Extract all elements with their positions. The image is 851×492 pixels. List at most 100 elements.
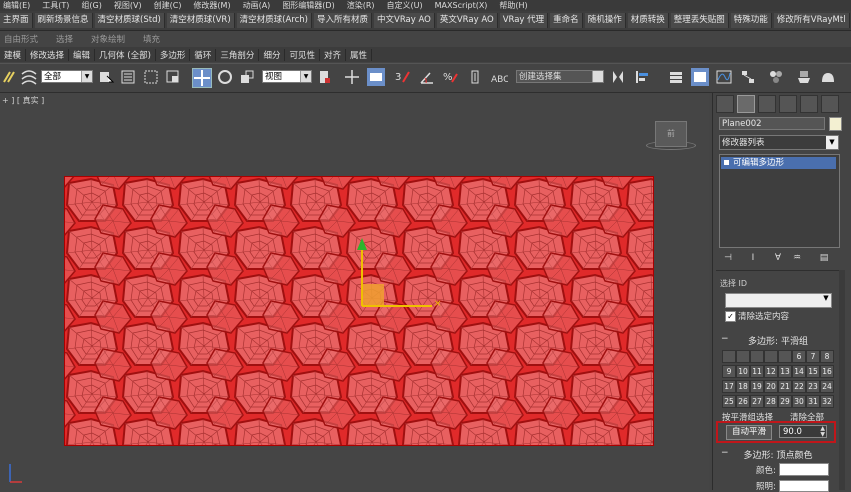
- ribbon-tab[interactable]: 自由形式: [0, 33, 52, 45]
- ribbon-subtab[interactable]: 可见性: [285, 48, 320, 61]
- smoothing-group-button[interactable]: 27: [750, 395, 764, 408]
- bind-spacewarp-icon[interactable]: [20, 68, 38, 86]
- select-object-icon[interactable]: [97, 68, 115, 86]
- select-manipulate-icon[interactable]: [343, 68, 361, 86]
- script-button[interactable]: 修改所有VRayMtl: [773, 13, 850, 28]
- smoothing-group-button[interactable]: 25: [722, 395, 736, 408]
- angle-snap-icon[interactable]: [418, 68, 436, 86]
- smoothing-group-button[interactable]: 8: [820, 350, 834, 363]
- scene-explorer-icon[interactable]: [691, 68, 709, 86]
- object-name-field[interactable]: Plane002: [719, 117, 825, 130]
- smoothing-group-button[interactable]: [736, 350, 750, 363]
- expand-icon[interactable]: [724, 160, 729, 165]
- ribbon-subtab[interactable]: 多边形: [156, 48, 191, 61]
- smoothing-group-button[interactable]: 11: [750, 365, 764, 378]
- menu-item[interactable]: MAXScript(X): [432, 0, 497, 11]
- smoothing-groups-rollout-title[interactable]: − 多边形: 平滑组: [716, 334, 840, 347]
- smoothing-group-button[interactable]: 10: [736, 365, 750, 378]
- menu-item[interactable]: 视图(V): [111, 0, 151, 11]
- smoothing-group-button[interactable]: 24: [820, 380, 834, 393]
- menu-item[interactable]: 帮助(H): [496, 0, 536, 11]
- smoothing-group-button[interactable]: 16: [820, 365, 834, 378]
- stack-item-editable-poly[interactable]: 可编辑多边形: [721, 157, 836, 169]
- script-button[interactable]: 刷新场景信息: [34, 13, 93, 28]
- show-end-result-icon[interactable]: Ⅰ: [747, 253, 759, 265]
- make-unique-icon[interactable]: ∀: [772, 253, 784, 265]
- smoothing-group-button[interactable]: 21: [778, 380, 792, 393]
- motion-tab-icon[interactable]: [779, 95, 797, 113]
- command-panel-scrollbar[interactable]: [839, 270, 845, 490]
- menu-item[interactable]: 组(G): [78, 0, 110, 11]
- smoothing-group-button[interactable]: [764, 350, 778, 363]
- smoothing-group-button[interactable]: [750, 350, 764, 363]
- keyboard-shortcut-icon[interactable]: [367, 68, 385, 86]
- smoothing-group-button[interactable]: [722, 350, 736, 363]
- select-id-dropdown[interactable]: ▼: [725, 293, 832, 308]
- script-button[interactable]: 清空材质球(Arch): [236, 13, 312, 28]
- collapse-icon[interactable]: −: [721, 334, 729, 344]
- auto-smooth-button[interactable]: 自动平滑: [726, 425, 772, 440]
- ribbon-tab[interactable]: 对象绘制: [87, 33, 139, 45]
- reference-coord-dropdown[interactable]: 视图 ▼: [262, 70, 312, 83]
- smoothing-group-button[interactable]: [778, 350, 792, 363]
- gizmo-y-arrow[interactable]: [357, 238, 367, 250]
- smoothing-group-button[interactable]: 22: [792, 380, 806, 393]
- ribbon-tab[interactable]: 选择: [52, 33, 87, 45]
- script-button[interactable]: 随机操作: [584, 13, 626, 28]
- snap-toggle-icon[interactable]: 3: [394, 68, 412, 86]
- smoothing-group-button[interactable]: 9: [722, 365, 736, 378]
- create-tab-icon[interactable]: [716, 95, 734, 113]
- script-button[interactable]: 清空材质球(VR): [166, 13, 235, 28]
- edit-named-selection-icon[interactable]: ABC: [490, 68, 509, 86]
- menu-item[interactable]: 图形编辑器(D): [279, 0, 343, 11]
- smoothing-group-button[interactable]: 6: [792, 350, 806, 363]
- collapse-icon[interactable]: −: [721, 448, 729, 458]
- script-button[interactable]: 导入所有材质: [313, 13, 372, 28]
- script-button[interactable]: 英文VRay AO: [436, 13, 498, 28]
- rotate-icon[interactable]: [216, 68, 234, 86]
- gizmo-plane-handle[interactable]: [362, 284, 384, 306]
- object-color-swatch[interactable]: [829, 117, 842, 131]
- script-button[interactable]: 主界面: [0, 13, 33, 28]
- align-icon[interactable]: [633, 68, 651, 86]
- illumination-swatch[interactable]: [779, 480, 829, 492]
- smoothing-group-button[interactable]: 17: [722, 380, 736, 393]
- smoothing-group-button[interactable]: 18: [736, 380, 750, 393]
- menu-item[interactable]: 创建(C): [151, 0, 191, 11]
- remove-modifier-icon[interactable]: ♒: [791, 253, 803, 265]
- ribbon-tab[interactable]: 填充: [139, 33, 174, 45]
- script-button[interactable]: 整理丢失贴图: [670, 13, 729, 28]
- ribbon-subtab[interactable]: 细分: [259, 48, 286, 61]
- ribbon-subtab[interactable]: 建模: [0, 48, 27, 61]
- smoothing-group-button[interactable]: 14: [792, 365, 806, 378]
- menu-item[interactable]: 工具(T): [39, 0, 78, 11]
- smoothing-group-button[interactable]: 20: [764, 380, 778, 393]
- rect-selection-icon[interactable]: [142, 68, 160, 86]
- ribbon-subtab[interactable]: 循环: [190, 48, 217, 61]
- scale-icon[interactable]: [238, 68, 256, 86]
- smoothing-group-button[interactable]: 15: [806, 365, 820, 378]
- smoothing-group-button[interactable]: 30: [792, 395, 806, 408]
- pin-stack-icon[interactable]: ⊣: [722, 253, 734, 265]
- menu-item[interactable]: 动画(A): [240, 0, 280, 11]
- script-button[interactable]: 特殊功能: [730, 13, 772, 28]
- material-editor-icon[interactable]: [767, 68, 785, 86]
- modifier-list-dropdown[interactable]: 修改器列表 ▼: [719, 135, 839, 150]
- menu-item[interactable]: 修改器(M): [190, 0, 239, 11]
- display-tab-icon[interactable]: [800, 95, 818, 113]
- menu-item[interactable]: 编辑(E): [0, 0, 39, 11]
- smoothing-group-button[interactable]: 29: [778, 395, 792, 408]
- transform-gizmo[interactable]: ×: [350, 236, 445, 316]
- smoothing-group-button[interactable]: 23: [806, 380, 820, 393]
- clear-selection-checkbox[interactable]: ✓: [725, 311, 736, 322]
- utilities-tab-icon[interactable]: [821, 95, 839, 113]
- smoothing-group-button[interactable]: 7: [806, 350, 820, 363]
- smoothing-group-button[interactable]: 26: [736, 395, 750, 408]
- smoothing-group-button[interactable]: 12: [764, 365, 778, 378]
- smoothing-group-button[interactable]: 31: [806, 395, 820, 408]
- script-button[interactable]: 材质转换: [627, 13, 669, 28]
- script-button[interactable]: VRay 代理: [499, 13, 549, 28]
- ribbon-subtab[interactable]: 几何体 (全部): [95, 48, 156, 61]
- selection-filter-dropdown[interactable]: 全部 ▼: [41, 70, 93, 83]
- schematic-view-icon[interactable]: [739, 68, 757, 86]
